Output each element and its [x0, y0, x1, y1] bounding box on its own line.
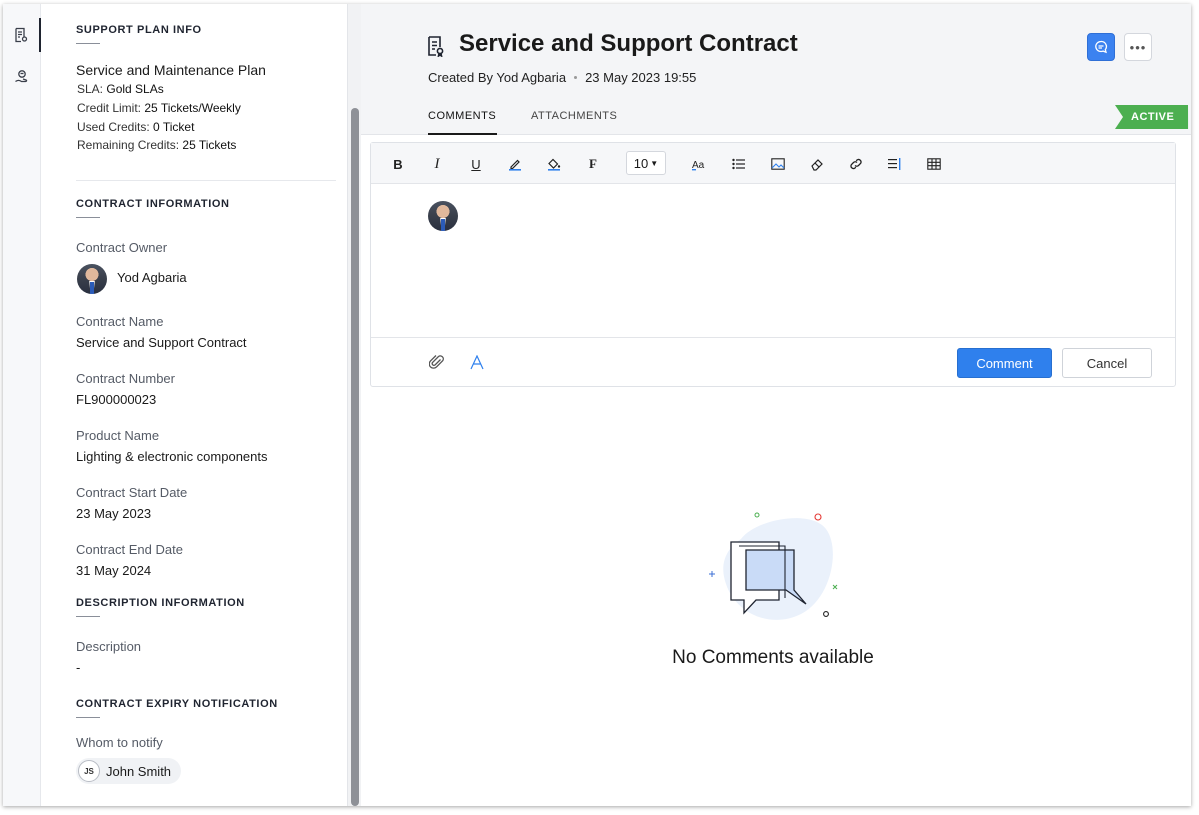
editor-toolbar: B I U F 10 ▼ Aa — [371, 143, 1175, 184]
contract-start-label: Contract Start Date — [76, 485, 188, 500]
rail-support-plan[interactable] — [3, 60, 41, 94]
credit-limit-label: Credit Limit: — [77, 101, 142, 115]
insert-image-button[interactable] — [767, 153, 789, 175]
caret-down-icon: ▼ — [650, 158, 659, 168]
used-credits-value: 0 Ticket — [153, 120, 195, 134]
image-icon — [771, 158, 785, 170]
notify-user-chip[interactable]: JS John Smith — [76, 758, 182, 784]
eraser-icon — [811, 159, 823, 171]
chat-button[interactable] — [1087, 33, 1115, 61]
remaining-credits-label: Remaining Credits: — [77, 138, 180, 152]
text-format-icon — [470, 354, 484, 369]
text-color-button[interactable] — [504, 153, 526, 175]
font-size-select[interactable]: 10 ▼ — [626, 151, 666, 175]
main-panel: Service and Support Contract Created By … — [361, 4, 1191, 806]
text-format-button[interactable]: Aa — [689, 153, 711, 175]
remaining-credits-row: Remaining Credits: 25 Tickets — [77, 138, 236, 152]
tab-attachments[interactable]: ATTACHMENTS — [531, 110, 617, 122]
meta-separator — [574, 76, 578, 79]
divider — [76, 180, 336, 181]
product-name-value: Lighting & electronic components — [76, 449, 268, 464]
empty-state-text: No Comments available — [672, 647, 874, 668]
comment-button[interactable]: Comment — [957, 348, 1052, 378]
bullet-list-button[interactable] — [728, 153, 750, 175]
details-scrollbar-thumb[interactable] — [351, 108, 359, 806]
pen-color-icon — [509, 159, 521, 171]
more-options-button[interactable]: ••• — [1124, 33, 1152, 61]
paint-bucket-icon — [548, 158, 561, 171]
contract-name-label: Contract Name — [76, 314, 164, 329]
no-comments-illustration — [709, 512, 838, 620]
plan-name: Service and Maintenance Plan — [76, 62, 266, 78]
credit-limit-value: 25 Tickets/Weekly — [144, 101, 241, 115]
contract-number-value: FL900000023 — [76, 392, 157, 407]
text-align-button[interactable] — [884, 153, 906, 175]
table-icon — [927, 158, 941, 170]
created-at: 23 May 2023 19:55 — [585, 70, 697, 85]
remaining-credits-value: 25 Tickets — [182, 138, 237, 152]
text-case-icon: Aa — [692, 160, 705, 171]
description-label: Description — [76, 639, 142, 654]
app-window: SUPPORT PLAN INFO Service and Maintenanc… — [3, 4, 1191, 806]
notify-user-initials: JS — [78, 760, 100, 782]
created-by: Created By Yod Agbaria — [428, 70, 567, 85]
product-name-label: Product Name — [76, 428, 160, 443]
credit-limit-row: Credit Limit: 25 Tickets/Weekly — [77, 101, 241, 115]
support-plan-heading: SUPPORT PLAN INFO — [76, 24, 202, 44]
description-info-heading: DESCRIPTION INFORMATION — [76, 597, 245, 617]
insert-table-button[interactable] — [923, 153, 945, 175]
contract-document-icon — [15, 27, 28, 43]
contract-owner-label: Contract Owner — [76, 240, 168, 255]
cancel-button[interactable]: Cancel — [1062, 348, 1152, 378]
record-header: Service and Support Contract Created By … — [361, 4, 1191, 135]
sla-row: SLA: Gold SLAs — [77, 82, 164, 96]
underline-button[interactable]: U — [465, 153, 487, 175]
whom-to-notify-label: Whom to notify — [76, 735, 163, 750]
more-dots-icon: ••• — [1129, 39, 1147, 55]
active-tab-indicator — [428, 133, 497, 135]
created-meta: Created By Yod Agbaria 23 May 2023 19:55 — [428, 70, 696, 85]
owner-avatar — [77, 264, 107, 294]
tab-comments[interactable]: COMMENTS — [428, 110, 496, 122]
sla-value: Gold SLAs — [106, 82, 164, 96]
italic-button[interactable]: I — [426, 153, 448, 175]
contract-end-value: 31 May 2024 — [76, 563, 152, 578]
used-credits-label: Used Credits: — [77, 120, 150, 134]
bold-button[interactable]: B — [387, 153, 409, 175]
align-icon — [888, 158, 901, 170]
link-icon — [850, 158, 862, 170]
chat-bubble-icon — [1095, 40, 1108, 54]
comment-input-area[interactable] — [371, 184, 1175, 337]
contract-title-icon — [426, 35, 446, 62]
attach-button[interactable] — [426, 351, 448, 373]
font-family-button[interactable]: F — [582, 153, 604, 175]
paperclip-icon — [429, 355, 444, 369]
status-badge: ACTIVE — [1115, 105, 1189, 129]
contract-end-label: Contract End Date — [76, 542, 183, 557]
contract-owner-value[interactable]: Yod Agbaria — [117, 270, 187, 285]
editor-footer: Comment Cancel — [371, 337, 1175, 387]
contract-start-value: 23 May 2023 — [76, 506, 152, 521]
rail-contract-details[interactable] — [3, 18, 41, 52]
used-credits-row: Used Credits: 0 Ticket — [77, 120, 194, 134]
page-title: Service and Support Contract — [459, 30, 798, 57]
comment-editor: B I U F 10 ▼ Aa Comment Cancel — [370, 142, 1176, 387]
contract-info-heading: CONTRACT INFORMATION — [76, 198, 230, 218]
contract-name-value: Service and Support Contract — [76, 335, 247, 350]
background-color-button[interactable] — [543, 153, 565, 175]
support-hand-icon — [15, 70, 28, 83]
notify-user-name: John Smith — [106, 763, 172, 779]
commenter-avatar — [428, 201, 458, 231]
description-value: - — [76, 660, 81, 675]
contract-number-label: Contract Number — [76, 371, 175, 386]
clear-format-button[interactable] — [806, 153, 828, 175]
details-panel: SUPPORT PLAN INFO Service and Maintenanc… — [41, 4, 348, 806]
icon-rail — [3, 4, 41, 806]
expiry-notification-heading: CONTRACT EXPIRY NOTIFICATION — [76, 698, 278, 718]
sla-label: SLA: — [77, 82, 104, 96]
insert-link-button[interactable] — [845, 153, 867, 175]
list-icon — [732, 158, 745, 170]
formatting-toggle-button[interactable] — [466, 351, 488, 373]
font-size-value: 10 — [633, 155, 649, 171]
